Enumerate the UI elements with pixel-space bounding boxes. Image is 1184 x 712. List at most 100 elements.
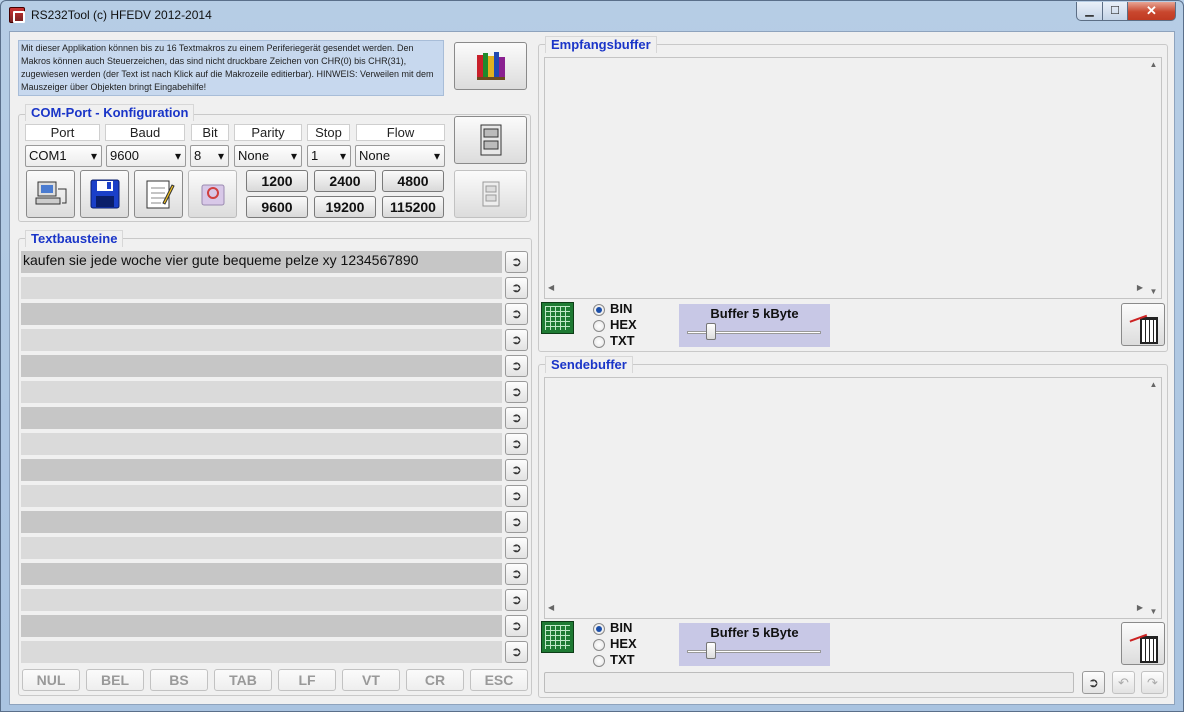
- stop-header: Stop: [307, 124, 350, 141]
- macro-send-button[interactable]: ➲: [505, 459, 528, 481]
- port-open-button[interactable]: [454, 116, 527, 164]
- macro-send-button[interactable]: ➲: [505, 355, 528, 377]
- title-bar[interactable]: RS232Tool (c) HFEDV 2012-2014 ▁ ☐ ✕: [1, 1, 1183, 31]
- receive-vertical-scrollbar[interactable]: ▲ ▼: [1146, 58, 1161, 298]
- macro-send-button[interactable]: ➲: [505, 615, 528, 637]
- save-button[interactable]: [80, 170, 129, 218]
- grid-table-icon[interactable]: [541, 621, 574, 653]
- ctrl-char-button-bs[interactable]: BS: [150, 669, 208, 691]
- clear-send-buffer-button[interactable]: [1121, 622, 1165, 665]
- macro-send-button[interactable]: ➲: [505, 485, 528, 507]
- port-header: Port: [25, 124, 100, 141]
- send-buffer-size-panel: Buffer 5 kByte: [679, 623, 830, 666]
- macro-row[interactable]: [21, 407, 502, 429]
- macro-send-button[interactable]: ➲: [505, 641, 528, 663]
- receive-buffer-slider-thumb[interactable]: [705, 323, 716, 340]
- macro-send-button[interactable]: ➲: [505, 277, 528, 299]
- port-close-button[interactable]: [454, 170, 527, 218]
- clear-receive-buffer-button[interactable]: [1121, 303, 1165, 346]
- baud-4800-button[interactable]: 4800: [382, 170, 444, 192]
- ctrl-char-button-vt[interactable]: VT: [342, 669, 400, 691]
- receive-horizontal-scrollbar[interactable]: ◀ ▶: [545, 283, 1146, 298]
- receive-buffer-size-panel: Buffer 5 kByte: [679, 304, 830, 347]
- macro-send-button[interactable]: ➲: [505, 511, 528, 533]
- send-vertical-scrollbar[interactable]: ▲ ▼: [1146, 378, 1161, 618]
- ctrl-char-button-nul[interactable]: NUL: [22, 669, 80, 691]
- ctrl-char-button-tab[interactable]: TAB: [214, 669, 272, 691]
- edit-notes-button[interactable]: [134, 170, 183, 218]
- send-input-field[interactable]: [544, 672, 1074, 693]
- ctrl-char-button-esc[interactable]: ESC: [470, 669, 528, 691]
- flow-header: Flow: [356, 124, 445, 141]
- ctrl-char-button-lf[interactable]: LF: [278, 669, 336, 691]
- undo-button[interactable]: ↶: [1112, 671, 1135, 694]
- empfangsbuffer-title: Empfangsbuffer: [545, 36, 657, 53]
- app-icon[interactable]: [9, 7, 25, 23]
- macro-send-button[interactable]: ➲: [505, 563, 528, 585]
- receive-buffer-textarea[interactable]: ▲ ▼ ◀ ▶: [544, 57, 1162, 299]
- send-radio-txt[interactable]: TXT: [593, 653, 653, 669]
- notepad-icon: [146, 180, 175, 209]
- maximize-button[interactable]: ☐: [1102, 2, 1128, 21]
- ctrl-char-button-cr[interactable]: CR: [406, 669, 464, 691]
- macro-row[interactable]: [21, 641, 502, 663]
- books-icon: [476, 52, 505, 80]
- macro-row[interactable]: [21, 511, 502, 533]
- macro-send-button[interactable]: ➲: [505, 303, 528, 325]
- connect-button[interactable]: [26, 170, 75, 218]
- send-buffer-slider-thumb[interactable]: [705, 642, 716, 659]
- load-button[interactable]: [188, 170, 237, 218]
- macro-row[interactable]: kaufen sie jede woche vier gute bequeme …: [21, 251, 502, 273]
- send-horizontal-scrollbar[interactable]: ◀ ▶: [545, 603, 1146, 618]
- app-window: RS232Tool (c) HFEDV 2012-2014 ▁ ☐ ✕ Mit …: [0, 0, 1184, 712]
- macro-row[interactable]: [21, 303, 502, 325]
- macro-row[interactable]: [21, 537, 502, 559]
- macro-row[interactable]: [21, 563, 502, 585]
- receive-buffer-label: Buffer 5 kByte: [710, 306, 799, 321]
- bit-select[interactable]: 8: [190, 145, 229, 167]
- macro-row[interactable]: [21, 355, 502, 377]
- flow-select[interactable]: None: [355, 145, 445, 167]
- macro-row[interactable]: [21, 381, 502, 403]
- macro-row[interactable]: [21, 277, 502, 299]
- macro-send-button[interactable]: ➲: [505, 537, 528, 559]
- receive-radio-txt[interactable]: TXT: [593, 334, 653, 350]
- receive-radio-bin[interactable]: BIN: [593, 302, 653, 318]
- send-button[interactable]: ➲: [1082, 671, 1105, 694]
- port-select[interactable]: COM1: [25, 145, 102, 167]
- baud-9600-button[interactable]: 9600: [246, 196, 308, 218]
- help-books-button[interactable]: [454, 42, 527, 90]
- grid-table-icon[interactable]: [541, 302, 574, 334]
- baud-select[interactable]: 9600: [106, 145, 186, 167]
- send-radio-bin[interactable]: BIN: [593, 621, 653, 637]
- send-buffer-textarea[interactable]: ▲ ▼ ◀ ▶: [544, 377, 1162, 619]
- macro-send-button[interactable]: ➲: [505, 433, 528, 455]
- macro-row[interactable]: [21, 589, 502, 611]
- macro-row[interactable]: [21, 329, 502, 351]
- close-button[interactable]: ✕: [1127, 2, 1176, 21]
- receive-radio-hex[interactable]: HEX: [593, 318, 653, 334]
- baud-19200-button[interactable]: 19200: [314, 196, 376, 218]
- send-radio-hex[interactable]: HEX: [593, 637, 653, 653]
- macro-row[interactable]: [21, 459, 502, 481]
- redo-button[interactable]: ↷: [1141, 671, 1164, 694]
- cabinet-closed-icon: [482, 181, 499, 207]
- baud-2400-button[interactable]: 2400: [314, 170, 376, 192]
- macro-row[interactable]: [21, 615, 502, 637]
- minimize-button[interactable]: ▁: [1076, 2, 1103, 21]
- macro-send-button[interactable]: ➲: [505, 251, 528, 273]
- stop-select[interactable]: 1: [307, 145, 351, 167]
- ctrl-char-button-bel[interactable]: BEL: [86, 669, 144, 691]
- macro-send-button[interactable]: ➲: [505, 381, 528, 403]
- parity-select[interactable]: None: [234, 145, 302, 167]
- macro-row[interactable]: [21, 485, 502, 507]
- baud-header: Baud: [105, 124, 185, 141]
- macro-send-button[interactable]: ➲: [505, 589, 528, 611]
- baud-115200-button[interactable]: 115200: [382, 196, 444, 218]
- macro-send-button[interactable]: ➲: [505, 329, 528, 351]
- baud-1200-button[interactable]: 1200: [246, 170, 308, 192]
- macro-row[interactable]: [21, 433, 502, 455]
- macro-send-button[interactable]: ➲: [505, 407, 528, 429]
- com-port-title: COM-Port - Konfiguration: [25, 104, 195, 121]
- client-area: Mit dieser Applikation können bis zu 16 …: [9, 31, 1175, 705]
